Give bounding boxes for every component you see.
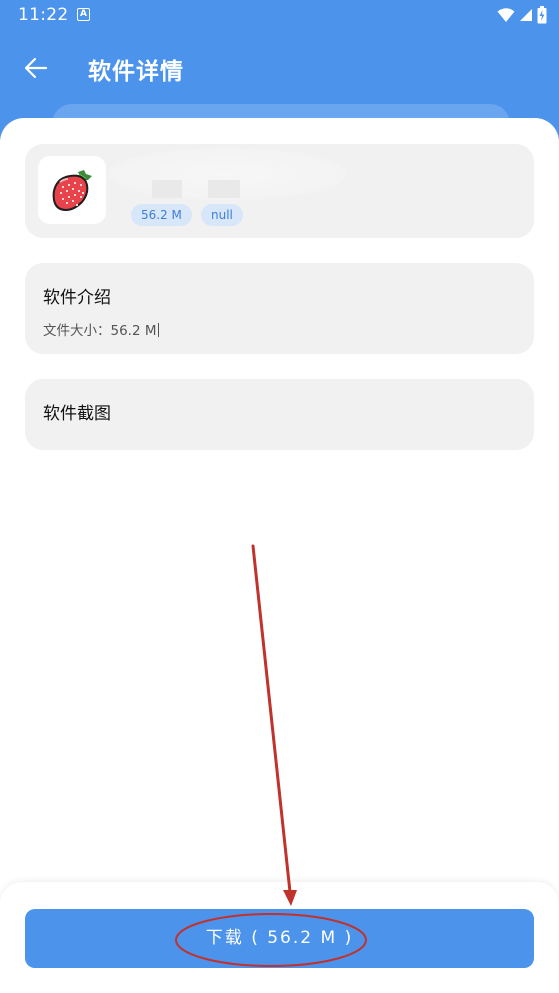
download-button[interactable]: 下载 ( 56.2 M ) <box>25 909 534 968</box>
wifi-icon <box>497 8 515 22</box>
intro-card: 软件介绍 文件大小：56.2 M <box>25 263 534 354</box>
size-tag: 56.2 M <box>131 204 192 226</box>
status-bar: 11:22 A <box>0 0 559 32</box>
back-button[interactable] <box>18 52 54 84</box>
redaction-block <box>152 180 182 198</box>
arrow-left-icon <box>24 57 48 79</box>
app-icon <box>38 156 106 224</box>
screenshots-card: 软件截图 <box>25 379 534 450</box>
battery-icon <box>537 6 547 24</box>
status-icons <box>497 6 547 24</box>
intro-title: 软件介绍 <box>43 288 111 308</box>
status-time: 11:22 <box>18 5 69 25</box>
strawberry-icon <box>52 170 92 211</box>
version-tag: null <box>201 204 243 226</box>
screenshots-title: 软件截图 <box>43 404 111 424</box>
redaction-block <box>208 180 240 198</box>
intro-text: 文件大小：56.2 M <box>43 323 157 339</box>
signal-icon <box>520 9 532 21</box>
page-title: 软件详情 <box>88 59 184 85</box>
intro-text-row: 文件大小：56.2 M <box>43 319 159 339</box>
text-cursor <box>157 323 159 337</box>
accessibility-a-icon: A <box>77 8 90 21</box>
content-sheet <box>0 118 559 993</box>
title-bar: 软件详情 <box>0 44 559 92</box>
